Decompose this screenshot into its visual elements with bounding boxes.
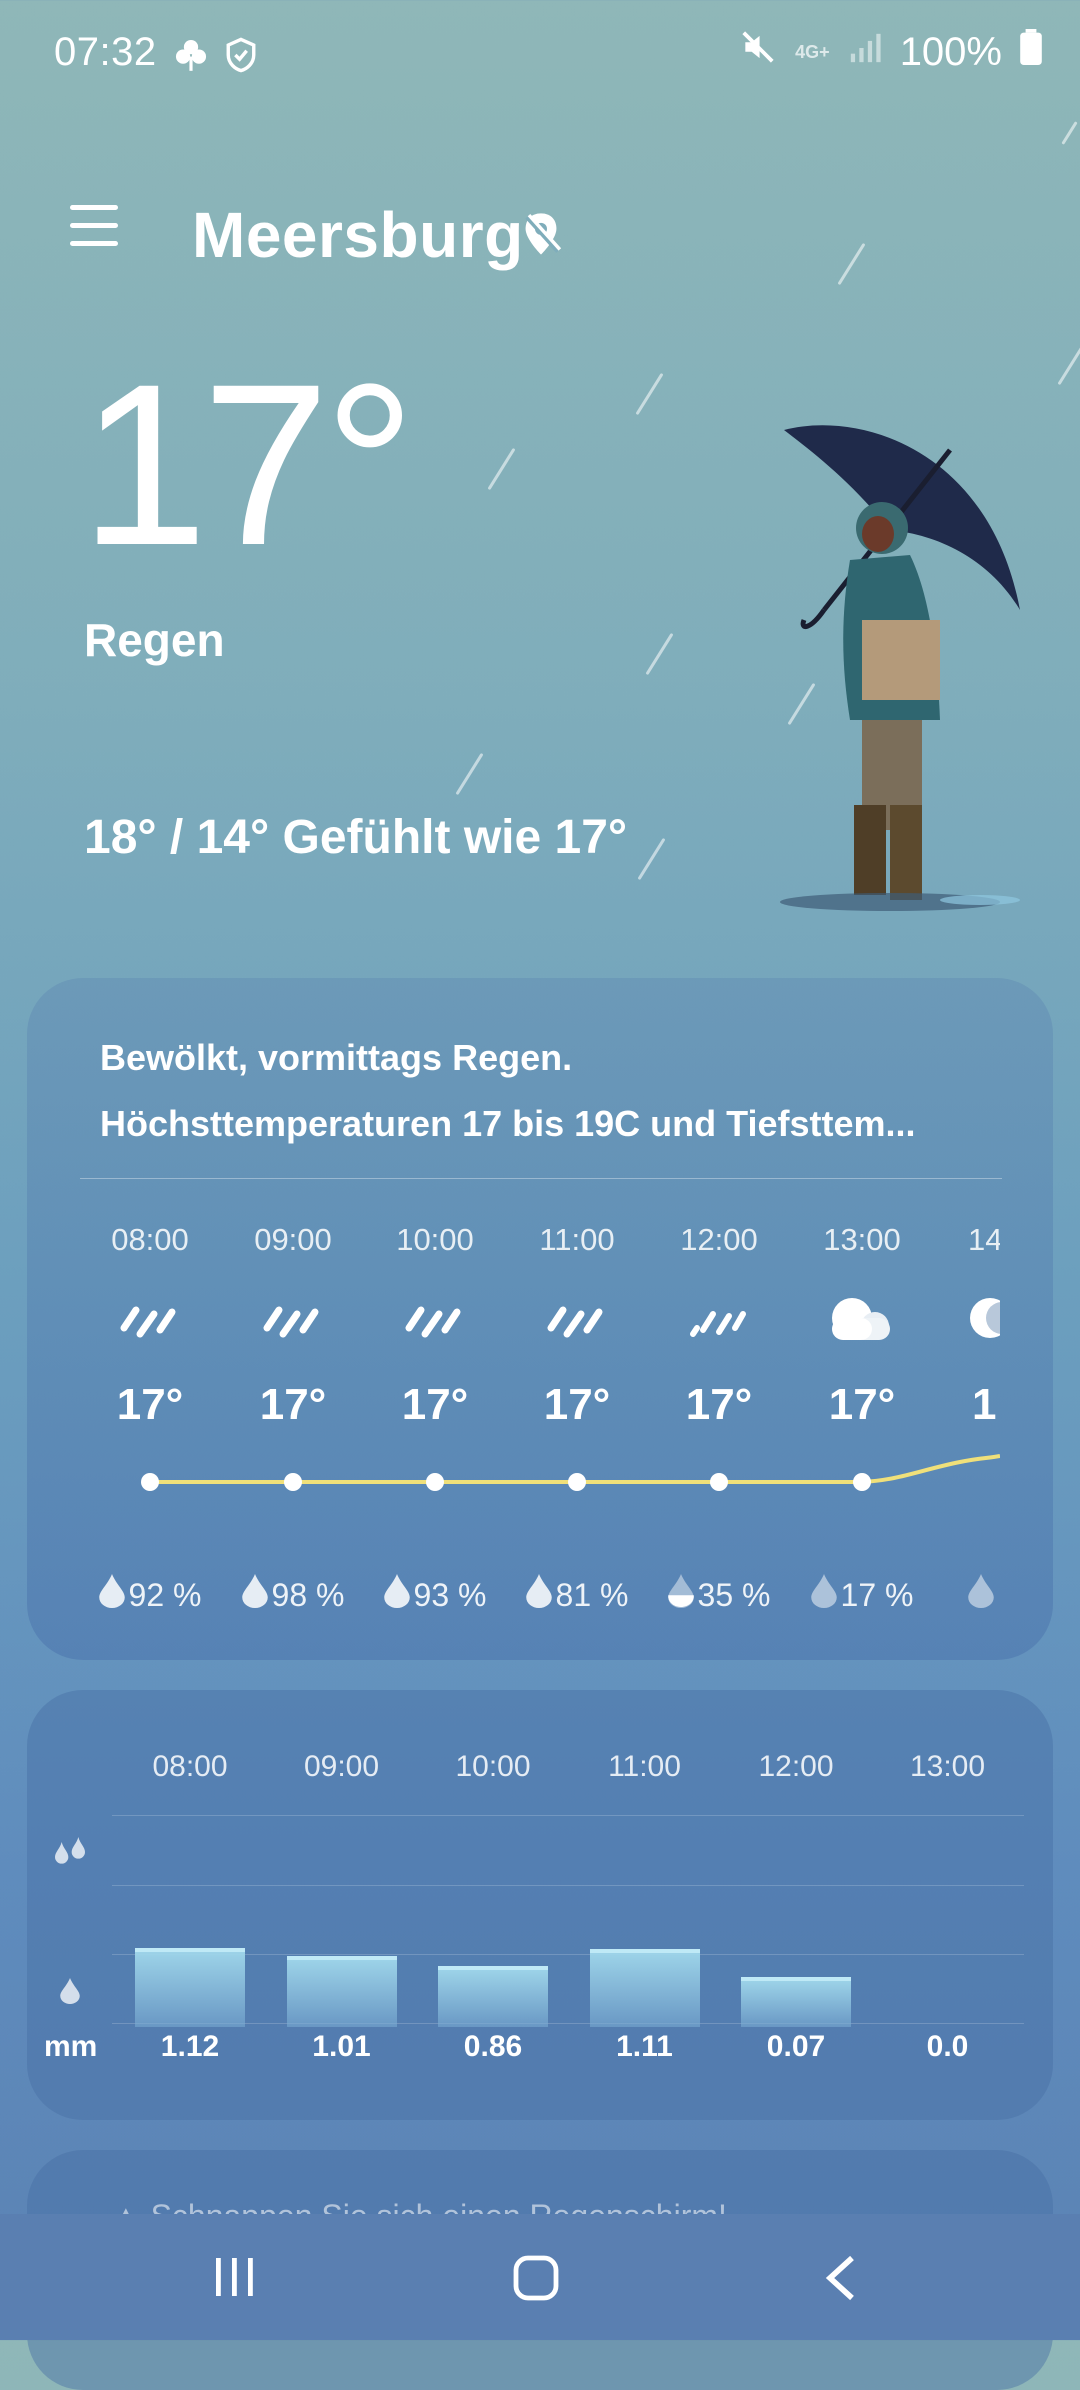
home-button[interactable] <box>512 2254 560 2307</box>
temp-point <box>426 1473 444 1491</box>
light-rain-scale-icon <box>60 1978 80 2009</box>
back-button[interactable] <box>822 2254 858 2307</box>
temp-point <box>141 1473 159 1491</box>
precip-chance: 17 % <box>791 1574 933 1616</box>
rain-bar <box>741 1977 851 2027</box>
hour-column: 11:00 <box>506 1222 648 1258</box>
grid-line <box>112 2023 1024 2024</box>
drop-outline-icon <box>810 1574 837 1616</box>
hour-temp: 1 <box>972 1380 997 1429</box>
rain-hour-label: 10:00 <box>455 1750 531 1783</box>
hour-temp: 17° <box>828 1380 896 1429</box>
unit-label: mm <box>44 2030 98 2063</box>
drop-icon <box>383 1574 410 1616</box>
battery-icon <box>1020 29 1042 75</box>
hour-column: 12:00 <box>648 1222 790 1258</box>
grid-line <box>112 1954 1024 1955</box>
rain-hour-label: 09:00 <box>303 1750 380 1783</box>
recent-apps-button[interactable] <box>212 2254 256 2305</box>
cloud-icon <box>832 1298 890 1340</box>
rain-amount: 1.12 <box>160 2030 220 2063</box>
navigation-bar <box>0 2214 1080 2340</box>
precip-chance: 93 % <box>364 1574 506 1616</box>
rain-amount: 0.86 <box>463 2030 523 2063</box>
hour-temp: 17° <box>401 1380 469 1429</box>
drop-outline-icon <box>968 1574 994 1616</box>
partly-cloudy-icon <box>970 1298 1000 1338</box>
rain-hour-label: 13:00 <box>909 1750 986 1783</box>
hour-temp: 17° <box>259 1380 327 1429</box>
rain-icon <box>547 1306 603 1338</box>
temp-point <box>853 1473 871 1491</box>
hour-time: 09:00 <box>254 1222 332 1257</box>
hour-time: 13:00 <box>823 1222 901 1257</box>
temp-point <box>568 1473 586 1491</box>
hour-column: 10:00 <box>364 1222 506 1258</box>
hour-time: 14 <box>968 1222 1000 1257</box>
rain-hour-label: 08:00 <box>152 1750 228 1783</box>
precip-chance: 81 % <box>506 1574 648 1616</box>
hour-time: 12:00 <box>680 1222 758 1257</box>
rain-bar <box>135 1948 245 2027</box>
precip-chance: 35 % <box>648 1574 790 1616</box>
rain-amount: 0.07 <box>766 2030 826 2063</box>
drop-icon <box>98 1574 125 1616</box>
precip-chance: 98 % <box>222 1574 364 1616</box>
hour-temp: 17° <box>685 1380 753 1429</box>
rain-icon <box>120 1306 176 1338</box>
hour-column: 08:00 <box>79 1222 221 1258</box>
rain-bar <box>438 1965 548 2027</box>
rain-hour-label: 11:00 <box>608 1750 681 1783</box>
rain-amount: 1.11 <box>616 2030 673 2063</box>
temp-point <box>284 1473 302 1491</box>
rain-icon <box>405 1306 461 1338</box>
precip-chance <box>934 1574 1000 1616</box>
half-drop-icon <box>667 1574 694 1616</box>
temperature-line <box>141 1454 1000 1491</box>
rain-bar <box>589 1949 700 2027</box>
hour-column: 09:00 <box>222 1222 364 1258</box>
precip-chance: 92 % <box>79 1574 221 1616</box>
drop-icon <box>241 1574 268 1616</box>
hour-column: 14 <box>934 1222 1000 1258</box>
hour-time: 10:00 <box>396 1222 474 1257</box>
rain-bar <box>286 1955 397 2027</box>
heavy-rain-scale-icon <box>50 1836 90 1873</box>
hour-temp: 17° <box>116 1380 184 1429</box>
hourly-icons <box>120 1298 1000 1340</box>
rain-icon <box>263 1306 319 1338</box>
rain-amount: 1.01 <box>312 2030 371 2063</box>
hour-temp: 17° <box>543 1380 611 1429</box>
hour-time: 11:00 <box>539 1222 615 1257</box>
drop-icon <box>525 1574 552 1616</box>
grid-line <box>112 1885 1024 1886</box>
rain-amount: 0.0 <box>926 2030 969 2063</box>
hour-column: 13:00 <box>791 1222 933 1258</box>
rain-hour-label: 12:00 <box>758 1750 834 1783</box>
hour-time: 08:00 <box>111 1222 189 1257</box>
temp-point <box>710 1473 728 1491</box>
grid-line <box>112 1815 1024 1816</box>
light-rain-icon <box>690 1311 746 1337</box>
